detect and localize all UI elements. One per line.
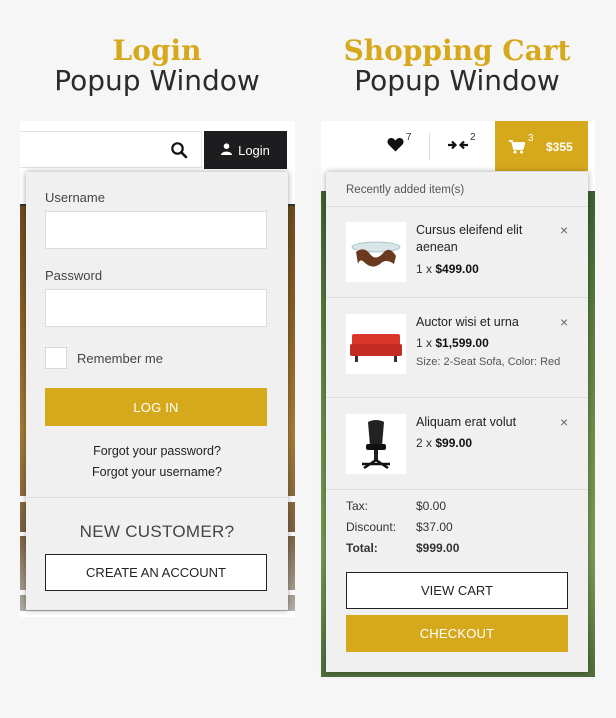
cart-item: Auctor wisi et urna 1 x $1,599.00 Size: … — [326, 312, 588, 402]
login-popup: Username Password Remember me LOG IN For… — [26, 172, 288, 610]
product-thumbnail[interactable] — [346, 222, 406, 282]
user-icon — [221, 142, 233, 158]
username-label: Username — [45, 190, 105, 205]
product-qty-price: 2 x $99.00 — [416, 436, 472, 450]
product-price: $99.00 — [435, 436, 473, 450]
cart-heading-sub: Popup Window — [354, 64, 560, 97]
item-divider — [326, 489, 588, 490]
header-separator — [429, 133, 430, 161]
product-thumbnail[interactable] — [346, 314, 406, 374]
site-header: 7 2 3 $355 — [321, 121, 595, 171]
total-value: $999.00 — [416, 541, 460, 555]
remove-item-icon[interactable]: × — [560, 222, 568, 238]
password-label: Password — [45, 268, 103, 283]
tax-value: $0.00 — [416, 499, 447, 513]
forgot-password-link[interactable]: Forgot your password? — [26, 444, 288, 458]
product-name[interactable]: Cursus eleifend elit aenean — [416, 222, 556, 256]
popup-divider — [326, 206, 588, 207]
heart-icon[interactable] — [387, 137, 404, 157]
login-heading-sub: Popup Window — [54, 64, 260, 97]
remember-checkbox[interactable] — [45, 347, 67, 369]
product-price: $499.00 — [435, 262, 479, 276]
remember-label: Remember me — [77, 351, 163, 366]
log-in-button[interactable]: LOG IN — [45, 388, 267, 426]
cart-count: 3 — [528, 133, 534, 144]
username-field[interactable] — [45, 211, 267, 249]
item-divider — [326, 397, 588, 398]
compare-icon[interactable] — [447, 137, 469, 158]
product-thumbnail[interactable] — [346, 414, 406, 474]
cart-heading: Shopping Cart Popup Window — [321, 36, 593, 96]
product-name[interactable]: Aliquam erat volut — [416, 414, 556, 431]
view-cart-button[interactable]: VIEW CART — [346, 572, 568, 609]
cart-button[interactable]: 3 $355 — [495, 121, 588, 171]
password-field[interactable] — [45, 289, 267, 327]
tax-label: Tax: — [346, 499, 369, 513]
compare-count: 2 — [470, 132, 476, 143]
cart-icon — [509, 140, 526, 159]
cart-total: $355 — [546, 140, 573, 154]
login-heading: Login Popup Window — [20, 36, 294, 96]
item-divider — [326, 297, 588, 298]
search-icon[interactable] — [170, 141, 188, 159]
login-button-label: Login — [238, 142, 270, 158]
product-options: Size: 2-Seat Sofa, Color: Red — [416, 356, 561, 368]
product-name[interactable]: Auctor wisi et urna — [416, 314, 556, 331]
new-customer-heading: NEW CUSTOMER? — [79, 522, 235, 541]
recent-items-label: Recently added item(s) — [346, 184, 465, 196]
discount-value: $37.00 — [416, 520, 453, 534]
remove-item-icon[interactable]: × — [560, 414, 568, 430]
cart-popup: Recently added item(s) Cursus eleifend e… — [326, 172, 588, 672]
login-heading-accent: Login — [112, 34, 202, 67]
remove-item-icon[interactable]: × — [560, 314, 568, 330]
product-qty-price: 1 x $1,599.00 — [416, 336, 489, 350]
wishlist-count: 7 — [406, 132, 412, 143]
product-qty-price: 1 x $499.00 — [416, 262, 479, 276]
discount-label: Discount: — [346, 520, 397, 534]
product-qty: 1 x — [416, 262, 433, 276]
product-qty: 1 x — [416, 336, 433, 350]
popup-divider — [26, 497, 288, 498]
create-account-button[interactable]: CREATE AN ACCOUNT — [45, 554, 267, 591]
product-qty: 2 x — [416, 436, 433, 450]
cart-item: Aliquam erat volut 2 x $99.00 × — [326, 414, 588, 494]
cart-item: Cursus eleifend elit aenean 1 x $499.00 … — [326, 220, 588, 300]
total-label: Total: — [346, 541, 378, 555]
login-button[interactable]: Login — [204, 131, 287, 169]
checkout-button[interactable]: CHECKOUT — [346, 615, 568, 652]
forgot-username-link[interactable]: Forgot your username? — [26, 465, 288, 479]
cart-heading-accent: Shopping Cart — [343, 34, 571, 67]
product-price: $1,599.00 — [435, 336, 489, 350]
